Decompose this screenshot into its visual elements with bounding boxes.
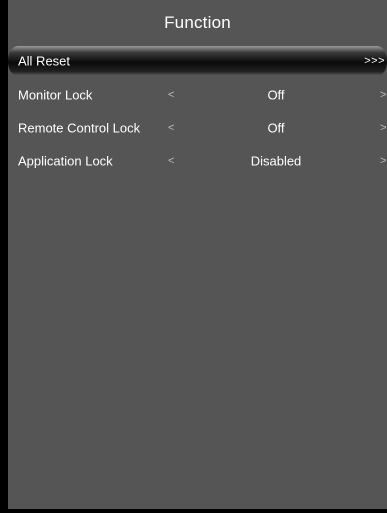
application-lock-label: Application Lock bbox=[18, 153, 113, 168]
chevron-left-icon[interactable]: < bbox=[168, 122, 174, 134]
remote-control-lock-label: Remote Control Lock bbox=[18, 120, 141, 135]
chevron-right-icon[interactable]: > bbox=[380, 122, 386, 134]
remote-control-lock-item[interactable]: Remote Control Lock < Off > bbox=[8, 114, 387, 141]
screen-frame: Function All Reset >>> Monitor Lock < Of… bbox=[0, 0, 387, 513]
monitor-lock-value: Off bbox=[267, 87, 285, 102]
remote-control-lock-value: Off bbox=[267, 120, 285, 135]
application-lock-item[interactable]: Application Lock < Disabled > bbox=[8, 147, 387, 174]
page-title: Function bbox=[164, 13, 231, 32]
application-lock-value: Disabled bbox=[250, 153, 302, 168]
function-menu-panel: Function All Reset >>> Monitor Lock < Of… bbox=[8, 0, 387, 509]
all-reset-item[interactable]: All Reset >>> bbox=[8, 46, 387, 76]
chevron-left-icon[interactable]: < bbox=[168, 155, 174, 167]
monitor-lock-label: Monitor Lock bbox=[18, 87, 93, 102]
monitor-lock-item[interactable]: Monitor Lock < Off > bbox=[8, 81, 387, 108]
chevron-right-icon[interactable]: > bbox=[380, 89, 386, 101]
chevron-left-icon[interactable]: < bbox=[168, 89, 174, 101]
submenu-arrow-icon: >>> bbox=[364, 55, 385, 67]
chevron-right-icon[interactable]: > bbox=[380, 155, 386, 167]
all-reset-label: All Reset bbox=[18, 53, 71, 69]
